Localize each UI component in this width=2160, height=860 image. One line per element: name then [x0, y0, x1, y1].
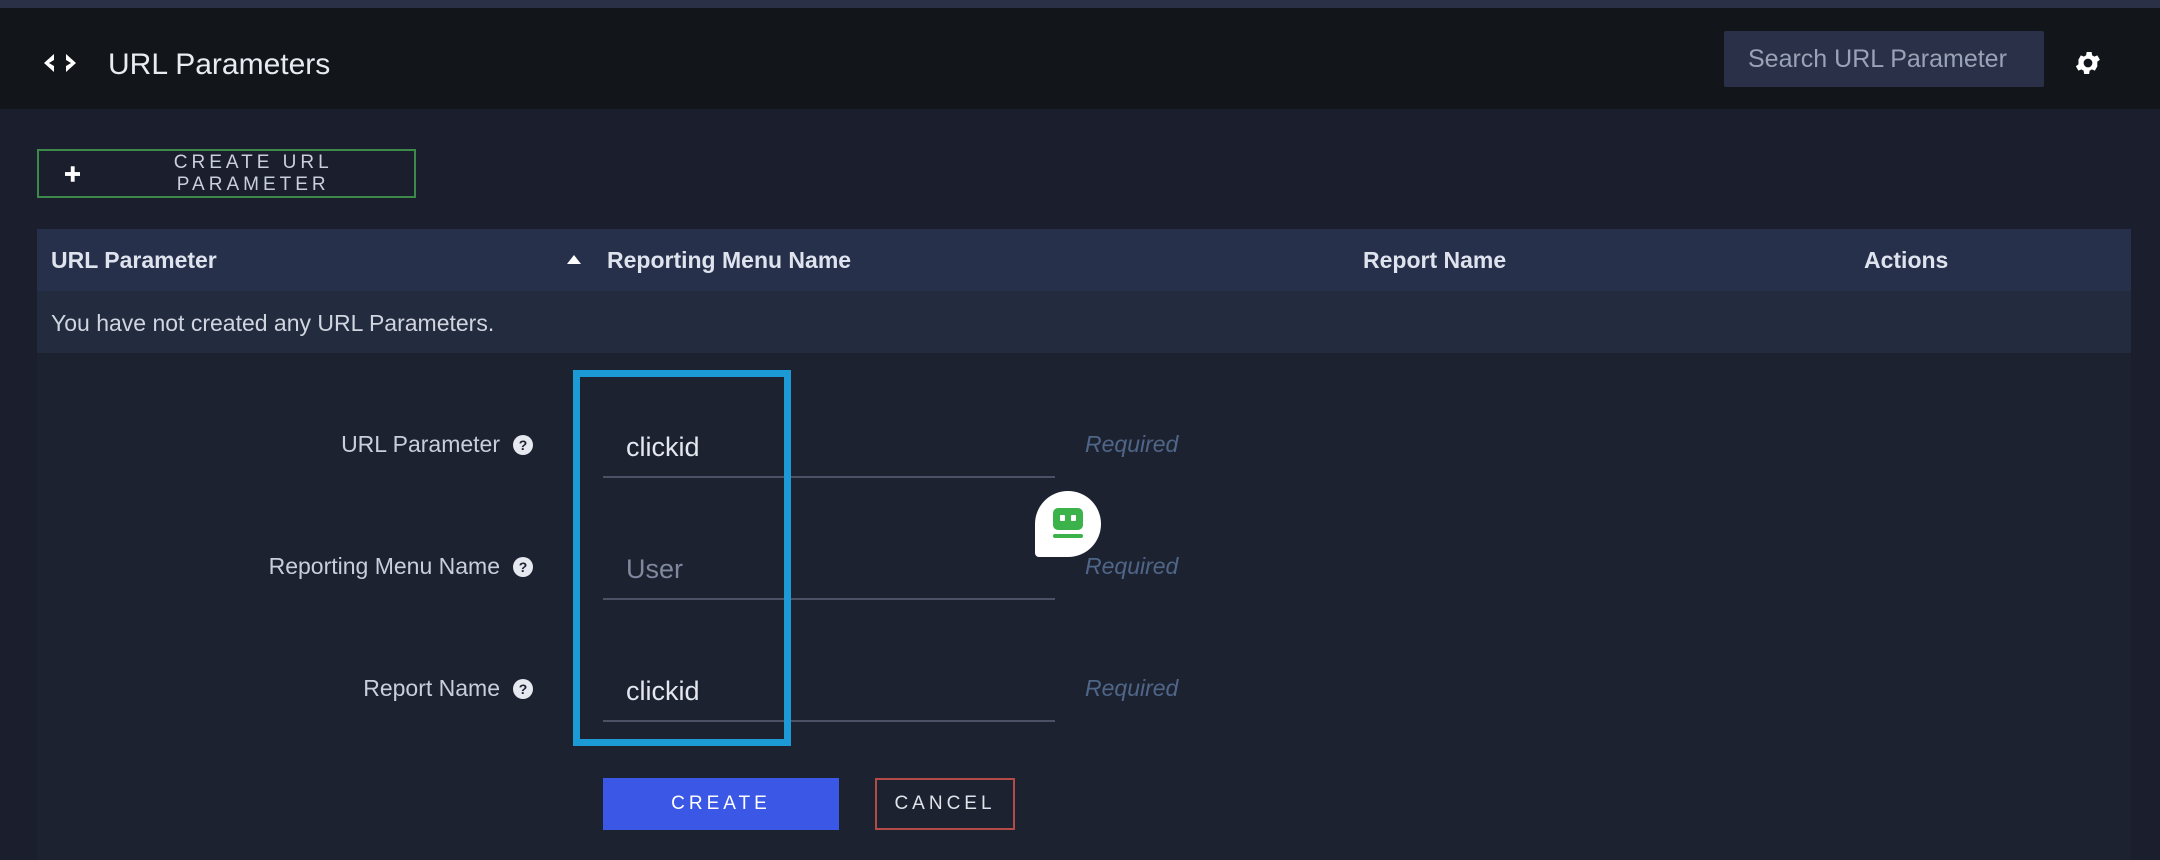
create-url-parameter-button[interactable]: CREATE URL PARAMETER [37, 149, 416, 198]
url-parameter-label: URL Parameter ? [341, 431, 534, 458]
page-header: URL Parameters [0, 8, 2160, 109]
create-url-parameter-label: CREATE URL PARAMETER [173, 151, 333, 195]
reporting-menu-name-input[interactable] [603, 540, 1055, 600]
report-name-label: Report Name ? [363, 675, 534, 702]
url-parameter-label-text: URL Parameter [341, 431, 500, 457]
empty-message: You have not created any URL Parameters. [51, 310, 495, 336]
question-circle-icon[interactable]: ? [512, 678, 534, 700]
robot-icon [1053, 508, 1083, 538]
code-arrows-icon [44, 54, 76, 72]
page-title: URL Parameters [108, 48, 331, 81]
create-form-panel [37, 353, 2131, 860]
sort-ascending-icon[interactable] [563, 249, 585, 271]
svg-text:?: ? [519, 559, 528, 575]
gear-icon[interactable] [2073, 48, 2103, 78]
plus-icon [65, 165, 81, 182]
report-name-required-hint: Required [1085, 675, 1179, 701]
svg-text:?: ? [519, 681, 528, 697]
report-name-input[interactable] [603, 662, 1055, 722]
table-empty-row: You have not created any URL Parameters. [37, 291, 2131, 353]
report-name-label-text: Report Name [363, 675, 500, 701]
reporting-menu-name-required-hint: Required [1085, 553, 1179, 579]
column-header-report-name[interactable]: Report Name [1363, 247, 1506, 274]
top-strip [0, 0, 2160, 8]
question-circle-icon[interactable]: ? [512, 556, 534, 578]
assistant-bot-badge[interactable] [1035, 491, 1101, 557]
svg-text:?: ? [519, 437, 528, 453]
url-parameter-input[interactable] [603, 418, 1055, 478]
url-parameter-required-hint: Required [1085, 431, 1179, 457]
question-circle-icon[interactable]: ? [512, 434, 534, 456]
cancel-button[interactable]: CANCEL [875, 778, 1015, 830]
column-header-url-parameter[interactable]: URL Parameter [51, 247, 217, 274]
column-header-reporting-menu-name[interactable]: Reporting Menu Name [607, 247, 851, 274]
reporting-menu-name-label-text: Reporting Menu Name [268, 553, 500, 579]
column-header-actions: Actions [1864, 247, 1949, 273]
search-input[interactable] [1724, 31, 2044, 87]
table-header: URL Parameter Reporting Menu Name Report… [37, 229, 2131, 291]
reporting-menu-name-label: Reporting Menu Name ? [269, 553, 534, 580]
create-button[interactable]: CREATE [603, 778, 839, 830]
